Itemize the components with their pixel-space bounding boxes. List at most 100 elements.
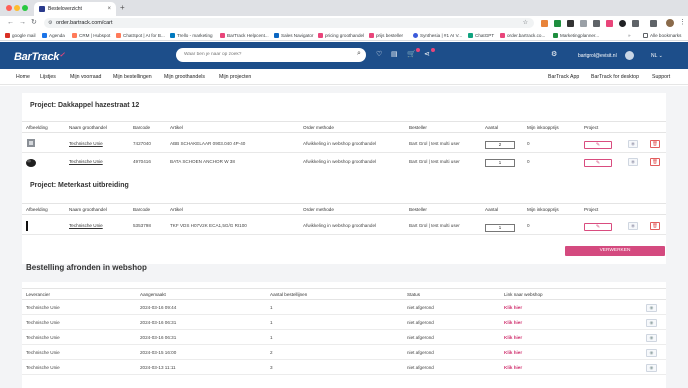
bookmark-item[interactable]: pricing groothandel: [318, 32, 364, 39]
nav-mijn-voorraad[interactable]: Mijn voorraad: [70, 74, 101, 80]
view-icon[interactable]: ◉: [646, 304, 657, 312]
webshop-link[interactable]: Klik hier: [504, 350, 522, 355]
edit-project-button[interactable]: ✎: [584, 223, 612, 231]
profile-avatar[interactable]: [666, 19, 674, 27]
col-naam-groothandel: Naam groothandel: [69, 125, 107, 130]
back-icon[interactable]: ←: [7, 19, 14, 27]
extension-icon[interactable]: [554, 20, 561, 27]
sidepanel-icon[interactable]: [650, 20, 657, 27]
user-avatar-icon[interactable]: [625, 51, 634, 60]
bartrack-logo[interactable]: BarTrack✓: [14, 51, 65, 63]
bookmark-label: Alle bookmarks: [650, 33, 682, 38]
extension-icon[interactable]: [541, 20, 548, 27]
list-icon[interactable]: ▤: [391, 51, 398, 59]
wholesaler-link[interactable]: Technische Unie: [69, 223, 103, 228]
app-header: BarTrack✓ ⌕ ♡ ▤ 🛒 ⋖ ⚙ bartgrol@evisit.nl…: [0, 42, 688, 69]
view-icon[interactable]: ◉: [646, 319, 657, 327]
maximize-window-icon[interactable]: [22, 5, 28, 11]
table-header: Afbeelding Naam groothandel Barcode Arti…: [22, 121, 666, 133]
quantity-input[interactable]: 1: [485, 224, 515, 232]
nav-home[interactable]: Home: [16, 74, 30, 80]
supplier: Technische Unie: [26, 335, 60, 340]
wholesaler-link[interactable]: Technische Unie: [69, 141, 103, 146]
settings-icon[interactable]: ⚙: [551, 51, 557, 59]
close-tab-icon[interactable]: ×: [107, 2, 111, 16]
bookmark-item[interactable]: BarTrack Helpcent...: [220, 32, 269, 39]
bookmark-item[interactable]: Trello - marketing: [170, 32, 213, 39]
wholesaler-link[interactable]: Technische Unie: [69, 159, 103, 164]
close-window-icon[interactable]: [6, 5, 12, 11]
bookmark-item[interactable]: Marketingplanner...: [553, 32, 599, 39]
view-icon[interactable]: ◉: [628, 158, 638, 166]
bookmark-label: ChatGPT: [475, 33, 495, 38]
bookmark-star-icon[interactable]: ☆: [523, 18, 528, 28]
bookmark-item[interactable]: prijs besteller: [369, 32, 403, 39]
extension-icon[interactable]: [580, 20, 587, 27]
browser-tab[interactable]: Besteloverzicht ×: [34, 2, 116, 16]
created-date: 2024-03-15 16:00: [140, 350, 177, 355]
webshop-link[interactable]: Klik hier: [504, 320, 522, 325]
quantity-input[interactable]: 2: [485, 141, 515, 149]
folder-icon: [643, 33, 648, 39]
view-icon[interactable]: ◉: [646, 334, 657, 342]
more-bookmarks-icon[interactable]: »: [628, 32, 631, 39]
user-email[interactable]: bartgrol@evisit.nl: [578, 53, 617, 59]
view-icon[interactable]: ◉: [628, 140, 638, 148]
search-icon[interactable]: ⌕: [357, 50, 361, 58]
webshop-link[interactable]: Klik hier: [504, 365, 522, 370]
nav-support[interactable]: Support: [652, 74, 670, 80]
delete-icon[interactable]: 🗑: [650, 140, 660, 148]
bookmark-label: Marketingplanner...: [560, 33, 600, 38]
bookmark-item[interactable]: Agenda: [42, 32, 65, 39]
language-select[interactable]: NL ⌄: [651, 53, 663, 59]
table-row: Technische Unie 2024-03-15 16:00 2 niet …: [22, 345, 666, 360]
extension-icon[interactable]: [619, 20, 626, 27]
bookmark-item[interactable]: Sales Navigator: [274, 32, 313, 39]
extension-icon[interactable]: [593, 20, 600, 27]
nav-mijn-bestellingen[interactable]: Mijn bestellingen: [113, 74, 152, 80]
bookmark-item[interactable]: order.bartrack.co...: [500, 32, 545, 39]
created-date: 2024-03-16 06:31: [140, 320, 177, 325]
process-order-button[interactable]: VERWERKEN: [565, 246, 665, 256]
forward-icon[interactable]: →: [19, 19, 26, 27]
cart-icon[interactable]: 🛒: [407, 51, 416, 59]
bookmark-label: ChatSpot | AI for B...: [123, 33, 165, 38]
bookmark-label: Trello - marketing: [177, 33, 213, 38]
extension-icon[interactable]: [567, 20, 574, 27]
delete-icon[interactable]: 🗑: [650, 222, 660, 230]
orderer: Bart Grol | test multi user: [409, 223, 460, 228]
reload-icon[interactable]: ↻: [31, 19, 37, 27]
webshop-link[interactable]: Klik hier: [504, 305, 522, 310]
bookmark-item[interactable]: CRM | Hubspot: [72, 32, 110, 39]
extension-icon[interactable]: [606, 20, 613, 27]
minimize-window-icon[interactable]: [14, 5, 20, 11]
menu-kebab-icon[interactable]: ⋮: [679, 19, 686, 27]
quantity-input[interactable]: 1: [485, 159, 515, 167]
new-tab-icon[interactable]: +: [120, 3, 125, 12]
delete-icon[interactable]: 🗑: [650, 158, 660, 166]
nav-bartrack-app[interactable]: BarTrack App: [548, 74, 579, 80]
bookmark-item[interactable]: ChatSpot | AI for B...: [116, 32, 165, 39]
edit-project-button[interactable]: ✎: [584, 141, 612, 149]
puzzle-icon[interactable]: [632, 20, 639, 27]
view-icon[interactable]: ◉: [628, 222, 638, 230]
heart-icon[interactable]: ♡: [376, 51, 382, 59]
gmail-icon: [5, 33, 10, 39]
nav-lijstjes[interactable]: Lijstjes: [40, 74, 56, 80]
all-bookmarks-folder[interactable]: Alle bookmarks: [643, 32, 681, 39]
url-field[interactable]: ⚙ order.bartrack.com/cart ☆: [44, 18, 534, 28]
view-icon[interactable]: ◉: [646, 349, 657, 357]
share-icon[interactable]: ⋖: [424, 51, 430, 59]
nav-bartrack-desktop[interactable]: BarTrack for desktop: [591, 74, 639, 80]
article: BATA SCHOEN ANCHOR W 38: [170, 159, 235, 164]
search-input[interactable]: [176, 48, 366, 62]
view-icon[interactable]: ◉: [646, 364, 657, 372]
site-info-icon[interactable]: ⚙: [48, 18, 52, 28]
nav-mijn-projecten[interactable]: Mijn projecten: [219, 74, 251, 80]
bookmark-item[interactable]: google mail: [5, 32, 36, 39]
edit-project-button[interactable]: ✎: [584, 159, 612, 167]
nav-mijn-groothandels[interactable]: Mijn groothandels: [164, 74, 205, 80]
webshop-link[interactable]: Klik hier: [504, 335, 522, 340]
bookmark-item[interactable]: Synthesia | #1 AI V...: [413, 32, 462, 39]
bookmark-item[interactable]: ChatGPT: [468, 32, 494, 39]
